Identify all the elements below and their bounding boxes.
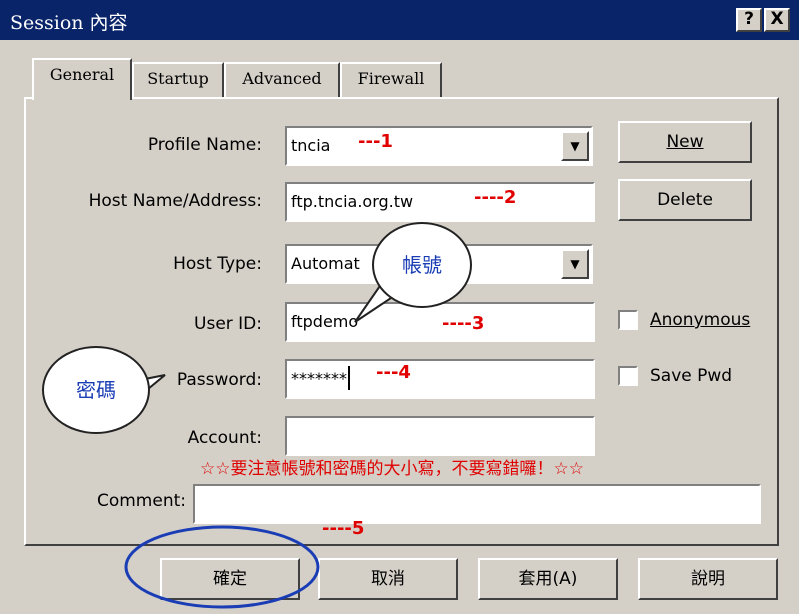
account-callout: 帳號 [372, 222, 472, 308]
tab-general[interactable]: General [32, 58, 132, 100]
password-callout: 密碼 [42, 346, 150, 434]
ok-highlight-ellipse [124, 525, 320, 609]
